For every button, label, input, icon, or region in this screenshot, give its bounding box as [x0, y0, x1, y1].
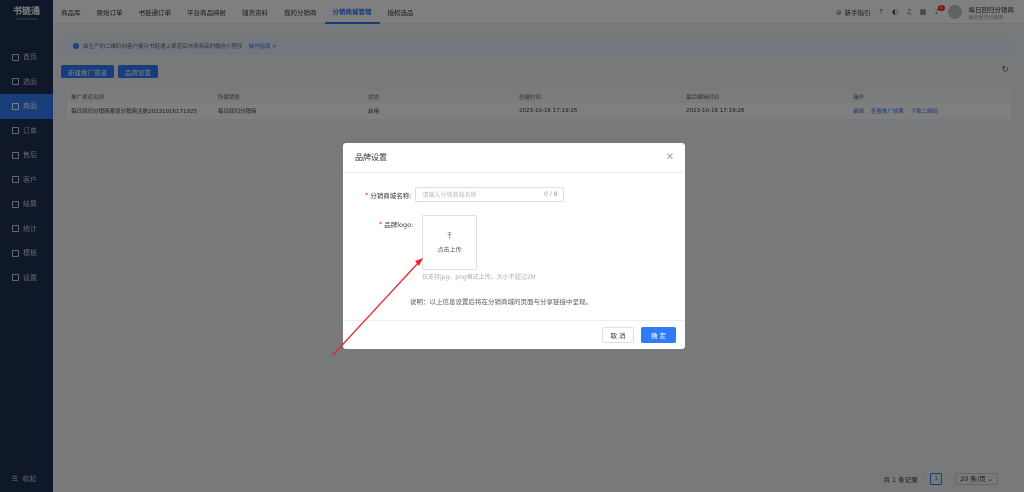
annotation-arrow — [332, 258, 423, 356]
